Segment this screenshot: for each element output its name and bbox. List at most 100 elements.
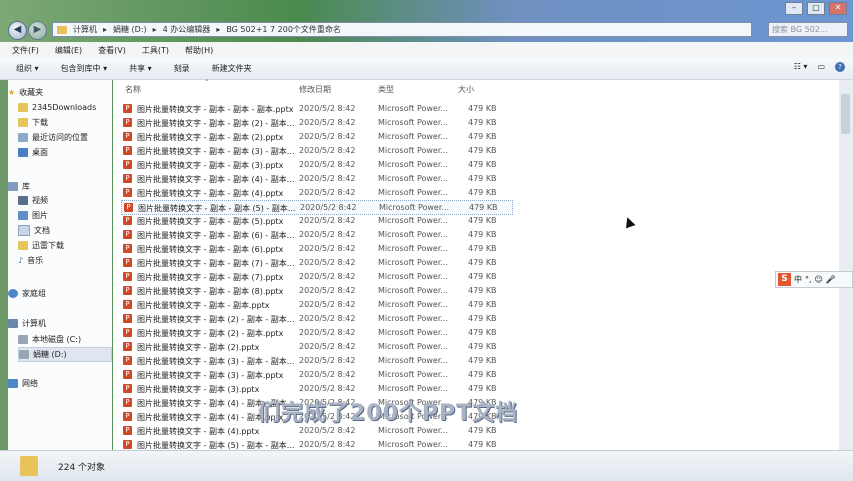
view-options-icon[interactable]: ☷ ▾ xyxy=(794,62,808,72)
computer-icon xyxy=(8,319,18,328)
minimize-button[interactable]: – xyxy=(785,2,803,15)
sidebar-item-pictures[interactable]: 图片 xyxy=(18,209,122,222)
sidebar-item-desktop[interactable]: 桌面 xyxy=(18,146,122,159)
file-type: Microsoft Power... xyxy=(378,286,449,295)
menu-edit[interactable]: 编辑(E) xyxy=(55,45,82,56)
new-folder-button[interactable]: 新建文件夹 xyxy=(212,63,252,74)
sidebar-network[interactable]: 网络 xyxy=(8,377,112,390)
pptx-file-icon: P xyxy=(123,412,132,421)
menu-bar: 文件(F) 编辑(E) 查看(V) 工具(T) 帮助(H) xyxy=(0,42,853,58)
sidebar-libraries[interactable]: 库 xyxy=(8,180,112,193)
file-row[interactable]: P 图片批量转换文字 - 副本 - 副本 (4) - 副本... 2020/5/2 … xyxy=(121,172,511,185)
column-type[interactable]: 类型 xyxy=(378,84,394,95)
breadcrumb-drive[interactable]: 娟糖 (D:) xyxy=(113,24,147,35)
file-type: Microsoft Power... xyxy=(378,174,449,183)
file-type: Microsoft Power... xyxy=(378,328,449,337)
sidebar-item-drive-d[interactable]: 娟糖 (D:) xyxy=(18,347,112,362)
pptx-file-icon: P xyxy=(123,314,132,323)
preview-pane-icon[interactable]: ▭ xyxy=(817,62,825,72)
menu-tools[interactable]: 工具(T) xyxy=(142,45,169,56)
file-row[interactable]: P 图片批量转换文字 - 副本 (3) - 副本.pptx 2020/5/2 8:4… xyxy=(121,368,511,381)
column-headers: 名称 ˄ 修改日期 类型 大小 xyxy=(113,79,839,96)
file-row[interactable]: P 图片批量转换文字 - 副本 - 副本 (3).pptx 2020/5/2 8:4… xyxy=(121,158,511,171)
pptx-file-icon: P xyxy=(123,440,132,449)
sidebar-item-videos[interactable]: 视频 xyxy=(18,194,122,207)
sidebar-item-2345downloads[interactable]: 2345Downloads xyxy=(18,101,122,114)
sidebar-item-thunder[interactable]: 迅雷下载 xyxy=(18,239,122,252)
menu-help[interactable]: 帮助(H) xyxy=(185,45,213,56)
file-type: Microsoft Power... xyxy=(378,384,449,393)
sidebar-computer[interactable]: 计算机 xyxy=(8,317,112,330)
forward-button[interactable]: ▶ xyxy=(28,21,47,40)
file-row[interactable]: P 图片批量转换文字 - 副本 - 副本 (2).pptx 2020/5/2 8:4… xyxy=(121,130,511,143)
breadcrumb-current[interactable]: BG 502+1 7 200个文件重命名 xyxy=(226,24,341,35)
help-icon[interactable]: ? xyxy=(835,62,845,72)
file-row[interactable]: P 图片批量转换文字 - 副本 - 副本 (6).pptx 2020/5/2 8:4… xyxy=(121,242,511,255)
close-button[interactable]: ✕ xyxy=(829,2,847,15)
sidebar-item-recent[interactable]: 最近访问的位置 xyxy=(18,131,122,144)
breadcrumb-folder[interactable]: 4 办公编辑器 xyxy=(163,24,211,35)
menu-file[interactable]: 文件(F) xyxy=(12,45,39,56)
pptx-file-icon: P xyxy=(123,132,132,141)
column-date[interactable]: 修改日期 xyxy=(299,84,331,95)
file-date: 2020/5/2 8:42 xyxy=(299,216,356,225)
file-date: 2020/5/2 8:42 xyxy=(299,286,356,295)
file-row[interactable]: P 图片批量转换文字 - 副本 (3).pptx 2020/5/2 8:42 Micr… xyxy=(121,382,511,395)
vertical-scrollbar[interactable] xyxy=(839,80,853,450)
menu-view[interactable]: 查看(V) xyxy=(98,45,126,56)
item-count: 224 个对象 xyxy=(58,463,106,473)
file-size: 479 KB xyxy=(468,342,497,351)
homegroup-icon xyxy=(8,289,18,298)
network-icon xyxy=(8,379,18,388)
ime-toolbar[interactable]: S 中 °, ☺ 🎤 xyxy=(775,271,853,288)
file-name: 图片批量转换文字 - 副本 - 副本 (4).pptx xyxy=(137,189,284,198)
organize-button[interactable]: 组织 ▾ xyxy=(16,63,39,74)
burn-button[interactable]: 刻录 xyxy=(174,63,190,74)
column-name[interactable]: 名称 xyxy=(125,84,141,95)
drive-icon xyxy=(18,335,28,344)
sidebar-item-documents[interactable]: 文档 xyxy=(18,224,122,237)
file-type: Microsoft Power... xyxy=(378,244,449,253)
microphone-icon[interactable]: 🎤 xyxy=(826,275,836,284)
file-row[interactable]: P 图片批量转换文字 - 副本 - 副本 (2) - 副本... 2020/5/2 … xyxy=(121,116,511,129)
address-bar[interactable]: 计算机 ▸ 娟糖 (D:) ▸ 4 办公编辑器 ▸ BG 502+1 7 200… xyxy=(52,22,752,37)
file-row[interactable]: P 图片批量转换文字 - 副本 (3) - 副本 - 副本... 2020/5/2 … xyxy=(121,354,511,367)
file-row[interactable]: P 图片批量转换文字 - 副本 - 副本 (7).pptx 2020/5/2 8:4… xyxy=(121,270,511,283)
file-row[interactable]: P 图片批量转换文字 - 副本 - 副本 (8).pptx 2020/5/2 8:4… xyxy=(121,284,511,297)
sidebar-favorites[interactable]: ★ 收藏夹 xyxy=(8,86,112,99)
star-icon: ★ xyxy=(8,88,16,97)
file-row[interactable]: P 图片批量转换文字 - 副本 - 副本 - 副本.pptx 2020/5/2 8:… xyxy=(121,102,511,115)
file-row[interactable]: P 图片批量转换文字 - 副本 - 副本.pptx 2020/5/2 8:42 Mic… xyxy=(121,298,511,311)
share-button[interactable]: 共享 ▾ xyxy=(129,63,152,74)
scrollbar-thumb[interactable] xyxy=(841,94,850,134)
file-type: Microsoft Power... xyxy=(378,370,449,379)
file-row[interactable]: P 图片批量转换文字 - 副本 - 副本 (5).pptx 2020/5/2 8:4… xyxy=(121,214,511,227)
file-row[interactable]: P 图片批量转换文字 - 副本 - 副本 (4).pptx 2020/5/2 8:4… xyxy=(121,186,511,199)
file-row[interactable]: P 图片批量转换文字 - 副本 - 副本 (6) - 副本... 2020/5/2 … xyxy=(121,228,511,241)
breadcrumb-computer[interactable]: 计算机 xyxy=(73,24,97,35)
file-row[interactable]: P 图片批量转换文字 - 副本 (2) - 副本 - 副本... 2020/5/2 … xyxy=(121,312,511,325)
sidebar-item-downloads[interactable]: 下载 xyxy=(18,116,122,129)
include-in-library-button[interactable]: 包含到库中 ▾ xyxy=(61,63,108,74)
maximize-button[interactable]: □ xyxy=(807,2,825,15)
file-name: 图片批量转换文字 - 副本 - 副本 (5).pptx xyxy=(137,217,284,226)
file-row[interactable]: P 图片批量转换文字 - 副本 - 副本 (7) - 副本... 2020/5/2 … xyxy=(121,256,511,269)
back-button[interactable]: ◀ xyxy=(8,21,27,40)
file-name: 图片批量转换文字 - 副本 (3) - 副本 - 副本... xyxy=(137,357,295,366)
file-date: 2020/5/2 8:42 xyxy=(299,244,356,253)
file-row[interactable]: P 图片批量转换文字 - 副本 (2).pptx 2020/5/2 8:42 Micr… xyxy=(121,340,511,353)
file-row[interactable]: P 图片批量转换文字 - 副本 - 副本 (3) - 副本... 2020/5/2 … xyxy=(121,144,511,157)
search-input[interactable]: 搜索 BG 502... xyxy=(768,22,848,37)
pptx-file-icon: P xyxy=(123,426,132,435)
sidebar-homegroup[interactable]: 家庭组 xyxy=(8,287,112,300)
sidebar-item-music[interactable]: ♪ 音乐 xyxy=(18,254,122,267)
file-size: 479 KB xyxy=(468,174,497,183)
pptx-file-icon: P xyxy=(123,370,132,379)
column-size[interactable]: 大小 xyxy=(458,84,474,95)
file-row[interactable]: P 图片批量转换文字 - 副本 (2) - 副本.pptx 2020/5/2 8:4… xyxy=(121,326,511,339)
file-row[interactable]: P 图片批量转换文字 - 副本 - 副本 (5) - 副本... 2020/5/2 … xyxy=(121,200,513,215)
emoji-icon[interactable]: ☺ xyxy=(815,275,823,284)
sidebar-item-drive-c[interactable]: 本地磁盘 (C:) xyxy=(18,333,112,346)
ime-mode-label[interactable]: 中 xyxy=(794,274,802,285)
punctuation-icon[interactable]: °, xyxy=(805,275,812,284)
